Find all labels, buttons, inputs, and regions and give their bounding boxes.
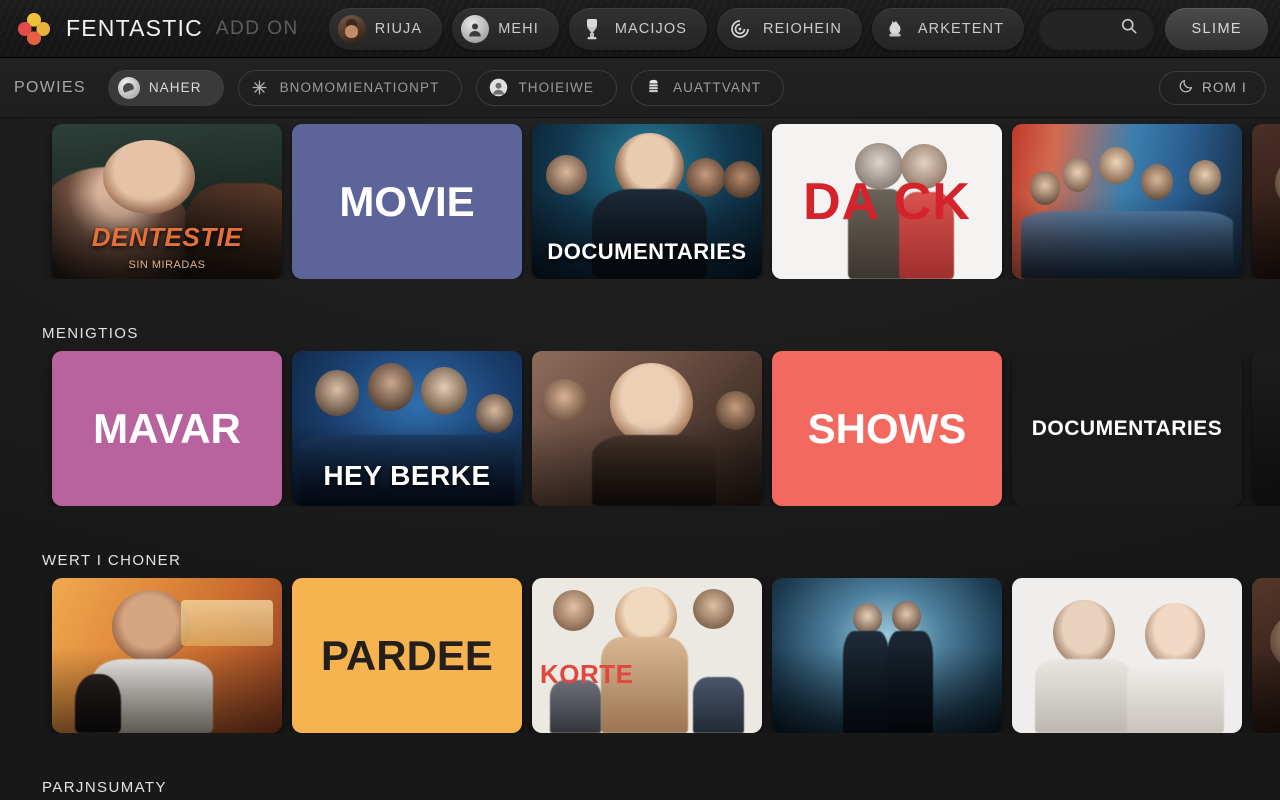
stack-icon bbox=[642, 77, 664, 99]
avatar-icon bbox=[337, 14, 366, 43]
search-field[interactable] bbox=[1038, 7, 1156, 50]
card-cold-duo[interactable] bbox=[772, 578, 1002, 733]
section-row-1: DENTESTIE SIN MIRADAS MOVIE DOCUMENTARIE… bbox=[0, 118, 1280, 279]
filter-pill-auattvant[interactable]: AUATTVANT bbox=[631, 69, 785, 106]
card-title: KORTE bbox=[540, 658, 634, 689]
card-documentaries-flat[interactable]: DOCUMENTARIES bbox=[1012, 351, 1242, 506]
poster-gradient bbox=[1012, 124, 1242, 279]
filter-section-label: POWIES bbox=[14, 78, 86, 96]
card-hey-berke[interactable]: HEY BERKE bbox=[292, 351, 522, 506]
card-rail[interactable]: MAVAR HEY BERKE SHOWS DOCUMENTARIES bbox=[0, 351, 1280, 506]
card-title: MOVIE bbox=[339, 177, 475, 225]
card-rail[interactable]: DENTESTIE SIN MIRADAS MOVIE DOCUMENTARIE… bbox=[0, 124, 1280, 279]
trophy-icon bbox=[578, 15, 606, 43]
top-navigation-bar: FENTASTIC ADD ON RIUJA MEHI MACIJOS REIO… bbox=[0, 0, 1280, 58]
card-title: MAVAR bbox=[93, 404, 241, 452]
card-movie[interactable]: MOVIE bbox=[292, 124, 522, 279]
filter-pill-label: ROM I bbox=[1202, 80, 1247, 95]
card-title: DA CK bbox=[803, 172, 971, 231]
card-korte[interactable]: KORTE bbox=[532, 578, 762, 733]
poster-art bbox=[1012, 578, 1242, 733]
poster-gradient bbox=[532, 351, 762, 506]
filter-pill-naher[interactable]: NAHER bbox=[107, 69, 224, 106]
section-menigtios: MENIGTIOS MAVAR HEY BERKE SHOWS DOCUMENT… bbox=[0, 325, 1280, 506]
filter-pill-label: BNOMOMIENATIONPT bbox=[279, 80, 440, 95]
poster-art bbox=[532, 578, 762, 733]
card-color-crew[interactable] bbox=[1012, 124, 1242, 279]
poster-gradient bbox=[52, 578, 282, 733]
nav-item-label: RIUJA bbox=[374, 20, 423, 37]
nav-item-label: ARKETENT bbox=[917, 20, 1005, 37]
filter-pill-rom[interactable]: ROM I bbox=[1159, 70, 1266, 105]
row-spacer bbox=[0, 279, 1280, 325]
search-icon[interactable] bbox=[1119, 16, 1139, 41]
card-dack[interactable]: DA CK bbox=[772, 124, 1002, 279]
row-spacer bbox=[0, 506, 1280, 552]
disc-icon bbox=[117, 76, 140, 99]
profile-button[interactable]: SLIME bbox=[1165, 7, 1268, 50]
flame-icon bbox=[881, 15, 909, 43]
filter-pill-label: NAHER bbox=[148, 80, 202, 95]
nav-item-arketent[interactable]: ARKETENT bbox=[871, 7, 1025, 50]
content-area: DENTESTIE SIN MIRADAS MOVIE DOCUMENTARIE… bbox=[0, 118, 1280, 800]
poster-gradient bbox=[1252, 578, 1280, 733]
filter-pill-bnomomienationpt[interactable]: BNOMOMIENATIONPT bbox=[237, 69, 463, 106]
filter-pill-label: AUATTVANT bbox=[673, 80, 762, 95]
row-spacer bbox=[0, 733, 1280, 779]
card-title: DENTESTIE bbox=[91, 222, 243, 252]
flower-logo-icon bbox=[14, 9, 54, 49]
card-title: DOCUMENTARIES bbox=[1031, 417, 1223, 440]
nav-item-mehi[interactable]: MEHI bbox=[452, 7, 559, 50]
card-title: SHOWS bbox=[807, 404, 967, 452]
card-shows[interactable]: SHOWS bbox=[772, 351, 1002, 506]
card-pardee[interactable]: PARDEE bbox=[292, 578, 522, 733]
poster-gradient bbox=[52, 124, 282, 279]
card-white-duo[interactable] bbox=[1012, 578, 1242, 733]
card-edge-clipped-dark[interactable] bbox=[1252, 351, 1280, 506]
section-parjnsumaty: PARJNSUMATY EDWEN bbox=[0, 779, 1280, 800]
person-icon bbox=[461, 14, 490, 43]
nav-item-label: MACIJOS bbox=[614, 20, 687, 37]
card-subtitle: SIN MIRADAS bbox=[128, 259, 206, 271]
nav-item-label: MEHI bbox=[498, 20, 539, 37]
section-title: PARJNSUMATY bbox=[42, 779, 167, 796]
brand-subtitle: ADD ON bbox=[215, 17, 299, 39]
filter-bar: POWIES NAHER BNOMOMIENATIONPT THOIEIWE A… bbox=[0, 58, 1280, 118]
card-rail[interactable]: PARDEE KORTE bbox=[0, 578, 1280, 733]
poster-gradient bbox=[772, 578, 1002, 733]
filter-pill-label: THOIEIWE bbox=[518, 80, 594, 95]
section-title: MENIGTIOS bbox=[42, 325, 139, 342]
card-mavar[interactable]: MAVAR bbox=[52, 351, 282, 506]
poster-gradient bbox=[1252, 124, 1280, 279]
nav-item-riuja[interactable]: RIUJA bbox=[328, 7, 443, 50]
poster-art bbox=[1252, 351, 1280, 506]
nav-item-label: REIOHEIN bbox=[763, 20, 842, 37]
card-title: HEY BERKE bbox=[323, 460, 491, 491]
section-wert-i-choner: WERT I CHONER PARDEE KORTE bbox=[0, 552, 1280, 733]
primary-nav: RIUJA MEHI MACIJOS REIOHEIN ARKETENT bbox=[328, 7, 1025, 50]
portrait-icon bbox=[487, 77, 509, 99]
card-waap[interactable] bbox=[52, 578, 282, 733]
filter-pill-thoieiwe[interactable]: THOIEIWE bbox=[476, 69, 617, 106]
nav-item-macijos[interactable]: MACIJOS bbox=[568, 7, 707, 50]
card-title: PARDEE bbox=[321, 631, 493, 679]
card-title: DOCUMENTARIES bbox=[547, 239, 747, 264]
search-input[interactable] bbox=[1054, 20, 1120, 37]
card-documentaries-poster[interactable]: DOCUMENTARIES bbox=[532, 124, 762, 279]
card-edge-clipped[interactable] bbox=[1252, 578, 1280, 733]
section-title: WERT I CHONER bbox=[42, 552, 182, 569]
card-warm-portrait[interactable] bbox=[532, 351, 762, 506]
brand-name: FENTASTIC bbox=[66, 15, 203, 41]
card-dentestie[interactable]: DENTESTIE SIN MIRADAS bbox=[52, 124, 282, 279]
sparkle-icon bbox=[249, 77, 271, 99]
card-edge-clipped[interactable] bbox=[1252, 124, 1280, 279]
nav-item-reiohein[interactable]: REIOHEIN bbox=[717, 7, 862, 50]
swirl-icon bbox=[726, 15, 754, 43]
filter-pill-group: NAHER BNOMOMIENATIONPT THOIEIWE AUATTVAN… bbox=[107, 69, 785, 106]
moon-icon bbox=[1178, 78, 1194, 97]
